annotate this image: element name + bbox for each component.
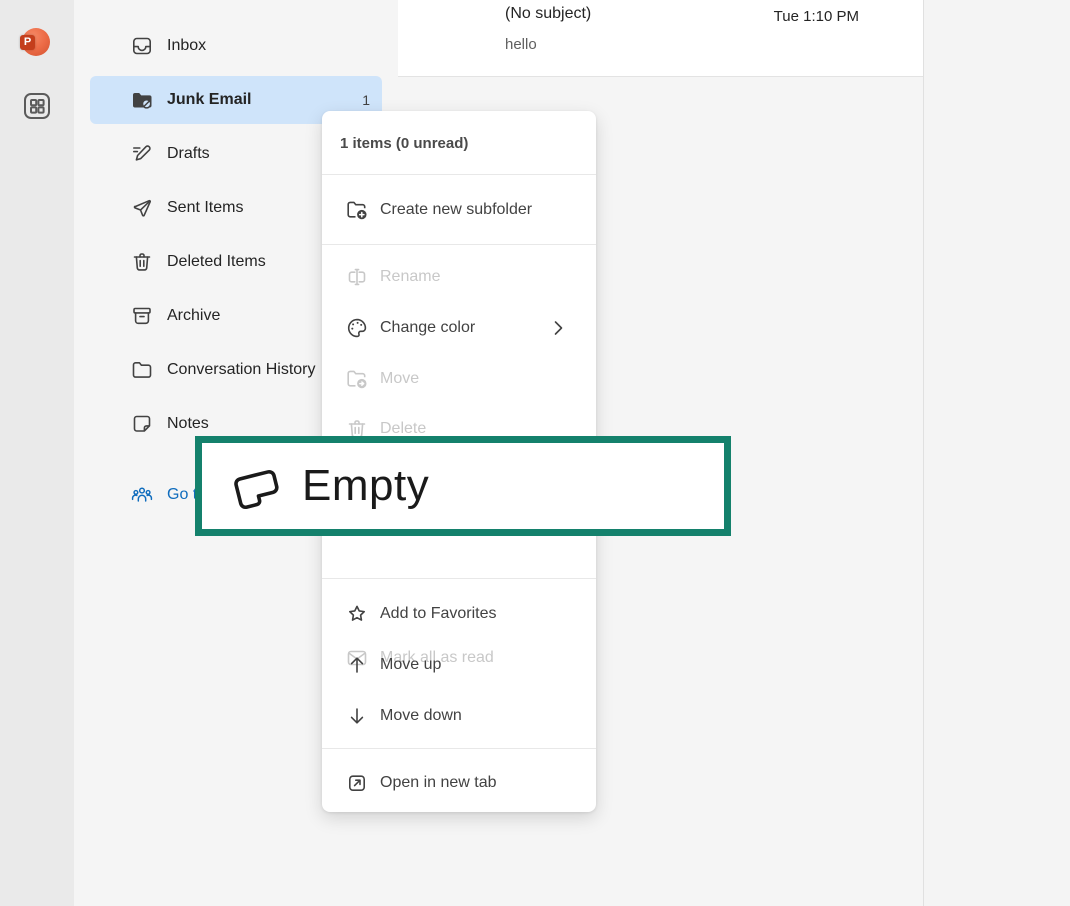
sidebar-item-label: Inbox <box>167 37 206 55</box>
menu-item-move-up[interactable]: Move up <box>322 647 596 683</box>
sidebar-item-label: Junk Email <box>167 91 251 109</box>
inbox-icon <box>130 34 154 58</box>
message-subject: (No subject) <box>505 5 591 23</box>
menu-divider <box>322 748 596 749</box>
chevron-right-icon <box>546 316 570 340</box>
note-icon <box>130 412 154 436</box>
trash-icon <box>130 250 154 274</box>
unread-count-badge: 1 <box>362 92 370 108</box>
junk-folder-icon <box>130 88 154 112</box>
menu-divider <box>322 244 596 245</box>
message-timestamp: Tue 1:10 PM <box>774 8 859 25</box>
reading-pane <box>923 0 1070 906</box>
sidebar-item-label: Conversation History <box>167 361 316 379</box>
people-icon <box>130 483 154 507</box>
star-icon <box>345 602 369 626</box>
folder-add-icon <box>345 198 369 222</box>
arrow-down-icon <box>345 704 369 728</box>
send-icon <box>130 196 154 220</box>
app-rail: P <box>0 0 74 906</box>
menu-divider <box>322 174 596 175</box>
powerpoint-app-icon[interactable]: P <box>22 28 50 56</box>
menu-item-empty[interactable]: Empty <box>195 436 731 536</box>
rename-icon <box>345 265 369 289</box>
message-list-item[interactable]: (No subject) hello Tue 1:10 PM <box>398 0 923 77</box>
open-new-tab-icon <box>345 771 369 795</box>
menu-item-rename: Rename <box>322 259 596 295</box>
arrow-up-icon <box>345 653 369 677</box>
sidebar-item-label: Deleted Items <box>167 253 266 271</box>
sidebar-item-label: Archive <box>167 307 220 325</box>
menu-item-label: Create new subfolder <box>380 201 532 219</box>
menu-item-label: Rename <box>380 268 440 286</box>
drafts-icon <box>130 142 154 166</box>
menu-item-open-in-new-tab[interactable]: Open in new tab <box>322 765 596 801</box>
menu-item-move: Move <box>322 361 596 397</box>
menu-item-label: Empty <box>302 461 429 511</box>
menu-item-label: Add to Favorites <box>380 605 497 623</box>
palette-icon <box>345 316 369 340</box>
sidebar-item-label: Sent Items <box>167 199 243 217</box>
menu-item-change-color[interactable]: Change color <box>322 310 596 346</box>
menu-item-label: Move down <box>380 707 462 725</box>
sidebar-item-label: Notes <box>167 415 209 433</box>
menu-item-add-to-favorites[interactable]: Add to Favorites <box>322 596 596 632</box>
menu-item-label: Change color <box>380 319 475 337</box>
sidebar-item-label: Drafts <box>167 145 210 163</box>
menu-divider <box>322 578 596 579</box>
empty-folder-icon <box>228 459 286 513</box>
app-launcher-icon[interactable] <box>22 91 52 121</box>
folder-icon <box>130 358 154 382</box>
menu-item-move-down[interactable]: Move down <box>322 698 596 734</box>
menu-item-label: Move <box>380 370 419 388</box>
folder-move-icon <box>345 367 369 391</box>
menu-item-label: Move up <box>380 656 441 674</box>
menu-header-item-count: 1 items (0 unread) <box>322 125 596 161</box>
menu-item-create-new-subfolder[interactable]: Create new subfolder <box>322 192 596 228</box>
archive-icon <box>130 304 154 328</box>
sidebar-item-inbox[interactable]: Inbox <box>90 22 382 70</box>
message-preview: hello <box>505 36 537 53</box>
powerpoint-logo-letter: P <box>20 35 35 50</box>
menu-item-label: Open in new tab <box>380 774 497 792</box>
